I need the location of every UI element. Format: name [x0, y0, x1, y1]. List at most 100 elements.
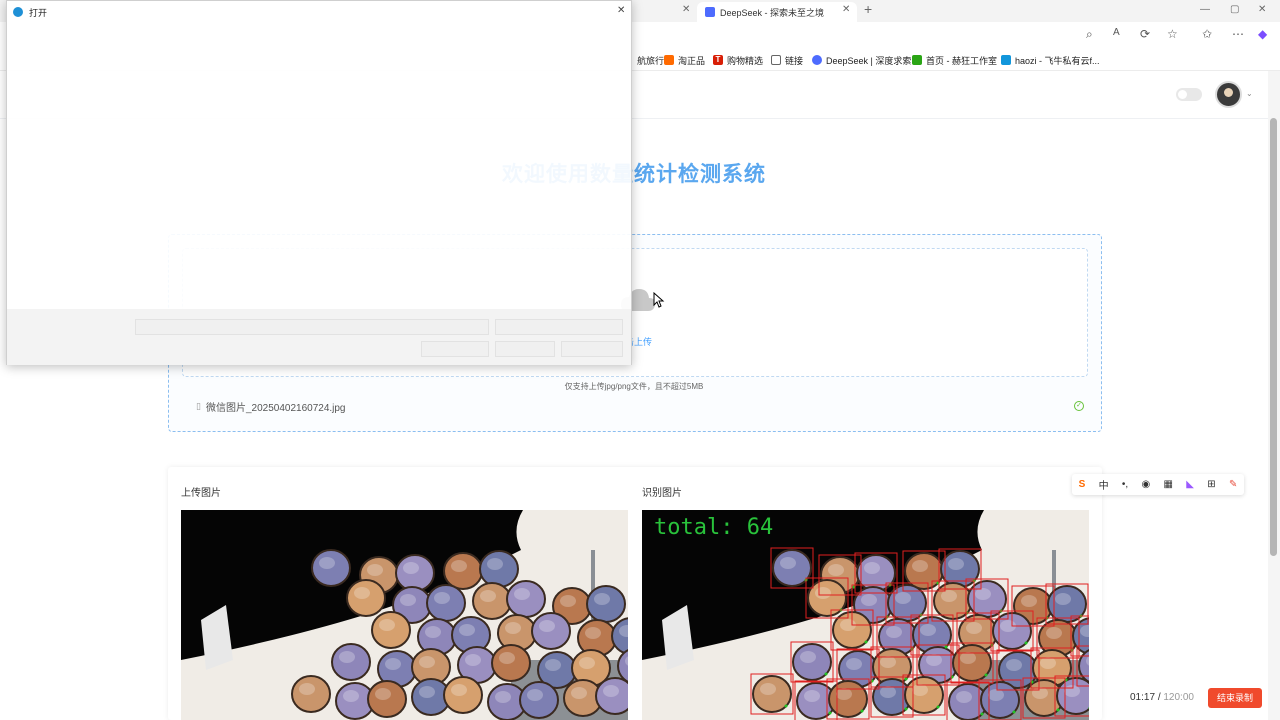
- rebar-highlight: [948, 558, 964, 570]
- keyboard-icon[interactable]: ▦: [1164, 479, 1173, 490]
- tab-deepseek-label: DeepSeek - 探索未至之境: [720, 7, 825, 18]
- close-tab-icon[interactable]: ✕: [842, 4, 850, 15]
- search-icon[interactable]: ⌕: [1086, 27, 1093, 42]
- open-button[interactable]: [495, 341, 555, 357]
- bookmark-item[interactable]: haozi - 飞牛私有云f...: [1001, 53, 1100, 67]
- new-tab-button[interactable]: +: [864, 1, 872, 17]
- cancel-button[interactable]: [561, 341, 623, 357]
- rebar-highlight: [603, 685, 619, 697]
- filetype-select[interactable]: [495, 319, 623, 335]
- rebar-highlight: [425, 626, 441, 638]
- bookmark-label: 购物精选: [727, 55, 764, 66]
- recording-timer: 01:17 / 120:00: [1130, 692, 1194, 703]
- rebar-highlight: [1032, 687, 1048, 699]
- rebar-highlight: [400, 594, 416, 606]
- theme-toggle[interactable]: [1176, 88, 1202, 101]
- bookmark-item[interactable]: DeepSeek | 深度求索: [812, 53, 911, 67]
- rebar-highlight: [800, 651, 816, 663]
- rebar-highlight: [560, 595, 576, 607]
- close-icon[interactable]: ✕: [617, 5, 625, 16]
- rebar-highlight: [451, 560, 467, 572]
- upload-image-label: 上传图片: [181, 488, 221, 499]
- favorites-icon[interactable]: ✩: [1202, 27, 1212, 41]
- rebar-highlight: [920, 624, 936, 636]
- translate-icon[interactable]: A: [1113, 27, 1120, 38]
- avatar-face: [1224, 88, 1233, 97]
- rebar-highlight: [545, 659, 561, 671]
- toggle-knob: [1178, 90, 1187, 99]
- grid-menu-icon[interactable]: ⊞: [1207, 479, 1215, 490]
- rebar-highlight: [339, 651, 355, 663]
- bookmark-label: haozi - 飞牛私有云f...: [1015, 55, 1100, 66]
- taobao-icon: [664, 55, 674, 65]
- rebar-highlight: [1064, 685, 1080, 697]
- rebar-highlight: [379, 619, 395, 631]
- refresh-icon[interactable]: ⟳: [1140, 27, 1150, 41]
- bookmark-item[interactable]: 淘正品: [664, 53, 705, 67]
- detection-point: [860, 709, 864, 713]
- rebar-highlight: [815, 587, 831, 599]
- skin-icon[interactable]: ◣: [1186, 479, 1194, 490]
- scrollbar-thumb[interactable]: [1270, 118, 1277, 556]
- detection-point: [784, 704, 788, 708]
- bookmark-folder[interactable]: 链接: [771, 53, 803, 67]
- rebar-highlight: [941, 590, 957, 602]
- avatar[interactable]: [1215, 81, 1242, 108]
- tools-icon[interactable]: ✎: [1229, 479, 1237, 490]
- rebar-highlight: [465, 654, 481, 666]
- rebar-highlight: [864, 562, 880, 574]
- copilot-icon[interactable]: ◆: [1258, 27, 1267, 41]
- filename-input[interactable]: [135, 319, 489, 335]
- rebar-highlight: [403, 562, 419, 574]
- ime-language[interactable]: 中: [1099, 477, 1109, 492]
- timer-separator: /: [1157, 692, 1161, 703]
- uploaded-file-item[interactable]: ▯ 微信图片_20250402160724.jpg: [196, 399, 346, 414]
- tab-deepseek[interactable]: DeepSeek - 探索未至之境: [697, 2, 857, 22]
- microphone-icon[interactable]: ◉: [1141, 479, 1150, 490]
- document-icon: ▯: [196, 401, 201, 411]
- rebar-highlight: [926, 654, 942, 666]
- rebar-photo: [181, 510, 628, 720]
- more-icon[interactable]: ⋯: [1232, 27, 1244, 41]
- detection-point: [1024, 641, 1028, 645]
- dialog-button[interactable]: [421, 341, 489, 357]
- file-name: 微信图片_20250402160724.jpg: [205, 403, 346, 414]
- maximize-icon[interactable]: ▢: [1230, 4, 1239, 15]
- bookmark-label: 首页 - 赫狂工作室: [926, 55, 997, 66]
- bookmark-item[interactable]: 航旅行: [637, 53, 664, 67]
- dialog-title: 打开: [29, 7, 48, 18]
- sogou-logo-icon[interactable]: S: [1079, 479, 1086, 490]
- bookmark-item[interactable]: T 购物精选: [713, 53, 763, 67]
- detection-point: [904, 707, 908, 711]
- chevron-down-icon[interactable]: ⌄: [1246, 89, 1253, 98]
- upload-hint: 仅支持上传jpg/png文件，且不超过5MB: [564, 382, 704, 391]
- rebar-highlight: [828, 564, 844, 576]
- bookmark-label: 链接: [785, 55, 804, 66]
- rebar-highlight: [1006, 659, 1022, 671]
- rebar-highlight: [594, 593, 610, 605]
- rebar-highlight: [571, 687, 587, 699]
- favorite-star-icon[interactable]: ☆: [1167, 27, 1178, 41]
- rebar-highlight: [527, 689, 543, 701]
- bookmark-item[interactable]: 首页 - 赫狂工作室: [912, 53, 997, 67]
- ime-toolbar: S 中 •, ◉ ▦ ◣ ⊞ ✎: [1072, 474, 1244, 495]
- rebar-highlight: [1021, 595, 1037, 607]
- minimize-icon[interactable]: —: [1200, 4, 1210, 15]
- close-tab-icon[interactable]: ✕: [682, 4, 690, 15]
- rebar-highlight: [956, 691, 972, 703]
- punctuation-icon[interactable]: •,: [1122, 479, 1128, 490]
- rebar-highlight: [385, 658, 401, 670]
- deepseek-icon: [812, 55, 822, 65]
- rebar-highlight: [912, 684, 928, 696]
- file-open-dialog[interactable]: 打开 ✕: [6, 0, 632, 365]
- rebar-highlight: [299, 683, 315, 695]
- stop-recording-button[interactable]: 结束录制: [1208, 688, 1262, 708]
- rebar-highlight: [419, 686, 435, 698]
- close-window-icon[interactable]: ✕: [1258, 4, 1266, 15]
- detection-photo: total: 64: [642, 510, 1089, 720]
- detected-image: total: 64: [642, 510, 1089, 720]
- detection-point: [936, 705, 940, 709]
- rebar-highlight: [451, 684, 467, 696]
- rebar-highlight: [760, 683, 776, 695]
- success-check-icon: ✓: [1074, 401, 1084, 411]
